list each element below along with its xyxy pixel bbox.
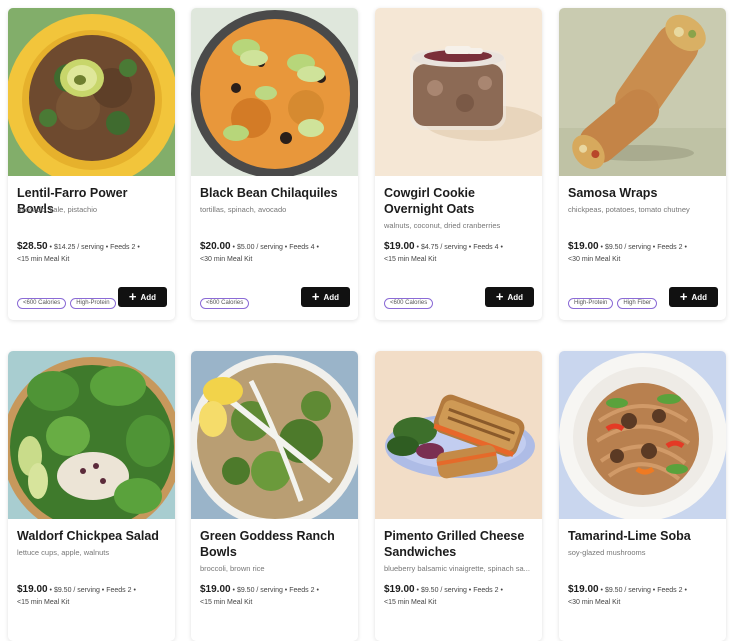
diet-tags: High-Protein High Fiber	[568, 298, 658, 309]
price-info: $19.00 • $9.50 / serving • Feeds 2 • <30…	[568, 241, 720, 266]
meal-description: tortillas, spinach, avocado	[200, 205, 287, 214]
diet-tags: <600 Calories	[384, 298, 434, 309]
plus-icon: +	[311, 289, 320, 304]
meal-title[interactable]: Cowgirl Cookie Overnight Oats	[384, 185, 534, 217]
meal-photo[interactable]	[8, 8, 175, 176]
meal-description: avocado, kale, pistachio	[17, 205, 98, 214]
meal-photo[interactable]	[191, 8, 358, 176]
add-label: Add	[140, 292, 157, 302]
meal-kit-time: <15 min Meal Kit	[17, 599, 70, 606]
price-info: $19.00 • $9.50 / serving • Feeds 2 • <15…	[17, 584, 169, 609]
meal-price: $20.00	[200, 241, 231, 252]
meal-price: $19.00	[568, 241, 599, 252]
diet-tags: <600 Calories	[200, 298, 250, 309]
add-button[interactable]: + Add	[669, 287, 718, 307]
meal-description: soy-glazed mushrooms	[568, 548, 646, 557]
add-button[interactable]: + Add	[301, 287, 350, 307]
add-button[interactable]: + Add	[485, 287, 534, 307]
meal-photo[interactable]	[559, 8, 726, 176]
meal-price: $28.50	[17, 241, 48, 252]
meal-photo[interactable]	[191, 351, 358, 519]
plus-icon: +	[679, 289, 688, 304]
meal-price: $19.00	[17, 584, 48, 595]
price-info: $28.50 • $14.25 / serving • Feeds 2 • <1…	[17, 241, 169, 266]
meal-photo[interactable]	[375, 8, 542, 176]
meal-kit-time: <30 min Meal Kit	[200, 256, 253, 263]
add-button[interactable]: + Add	[118, 287, 167, 307]
meal-card[interactable]: Black Bean Chilaquiles tortillas, spinac…	[191, 8, 358, 320]
meal-title[interactable]: Waldorf Chickpea Salad	[17, 528, 167, 544]
meal-card[interactable]: Tamarind-Lime Soba soy-glazed mushrooms …	[559, 351, 726, 641]
serving-details: • $9.50 / serving • Feeds 2 •	[232, 587, 319, 594]
meal-price: $19.00	[384, 241, 415, 252]
diet-tag: High-Protein	[568, 298, 614, 309]
meal-kit-time: <15 min Meal Kit	[384, 256, 437, 263]
meal-photo[interactable]	[559, 351, 726, 519]
serving-details: • $9.50 / serving • Feeds 2 •	[600, 244, 687, 251]
meal-description: chickpeas, potatoes, tomato chutney	[568, 205, 690, 214]
meal-description: walnuts, coconut, dried cranberries	[384, 221, 501, 230]
diet-tag: High Fiber	[617, 298, 658, 309]
price-info: $19.00 • $4.75 / serving • Feeds 4 • <15…	[384, 241, 536, 266]
serving-details: • $4.75 / serving • Feeds 4 •	[416, 244, 503, 251]
diet-tags: <600 Calories High-Protein	[17, 298, 116, 309]
plus-icon: +	[495, 289, 504, 304]
meal-title[interactable]: Black Bean Chilaquiles	[200, 185, 350, 201]
meal-description: blueberry balsamic vinaigrette, spinach …	[384, 564, 530, 573]
add-label: Add	[691, 292, 708, 302]
serving-details: • $5.00 / serving • Feeds 4 •	[232, 244, 319, 251]
price-info: $19.00 • $9.50 / serving • Feeds 2 • <15…	[384, 584, 536, 609]
price-info: $19.00 • $9.50 / serving • Feeds 2 • <30…	[568, 584, 720, 609]
serving-details: • $9.50 / serving • Feeds 2 •	[600, 587, 687, 594]
meal-price: $19.00	[200, 584, 231, 595]
diet-tag: <600 Calories	[200, 298, 250, 309]
diet-tag: <600 Calories	[384, 298, 434, 309]
meal-card[interactable]: Green Goddess Ranch Bowls broccoli, brow…	[191, 351, 358, 641]
meal-kit-time: <15 min Meal Kit	[17, 256, 70, 263]
meal-kit-time: <15 min Meal Kit	[200, 599, 253, 606]
meal-card[interactable]: Samosa Wraps chickpeas, potatoes, tomato…	[559, 8, 726, 320]
meal-card[interactable]: Pimento Grilled Cheese Sandwiches bluebe…	[375, 351, 542, 641]
meal-photo[interactable]	[375, 351, 542, 519]
meal-title[interactable]: Samosa Wraps	[568, 185, 718, 201]
meal-title[interactable]: Green Goddess Ranch Bowls	[200, 528, 350, 560]
meal-kit-time: <30 min Meal Kit	[568, 256, 621, 263]
meal-kit-time: <30 min Meal Kit	[568, 599, 621, 606]
meal-card[interactable]: Lentil-Farro Power Bowls avocado, kale, …	[8, 8, 175, 320]
serving-details: • $9.50 / serving • Feeds 2 •	[49, 587, 136, 594]
meal-description: broccoli, brown rice	[200, 564, 265, 573]
diet-tag: High-Protein	[70, 298, 116, 309]
meal-card[interactable]: Cowgirl Cookie Overnight Oats walnuts, c…	[375, 8, 542, 320]
diet-tag: <600 Calories	[17, 298, 67, 309]
price-info: $20.00 • $5.00 / serving • Feeds 4 • <30…	[200, 241, 352, 266]
serving-details: • $14.25 / serving • Feeds 2 •	[49, 244, 140, 251]
meal-price: $19.00	[384, 584, 415, 595]
meal-kit-time: <15 min Meal Kit	[384, 599, 437, 606]
meal-description: lettuce cups, apple, walnuts	[17, 548, 110, 557]
meal-card[interactable]: Waldorf Chickpea Salad lettuce cups, app…	[8, 351, 175, 641]
serving-details: • $9.50 / serving • Feeds 2 •	[416, 587, 503, 594]
price-info: $19.00 • $9.50 / serving • Feeds 2 • <15…	[200, 584, 352, 609]
plus-icon: +	[128, 289, 137, 304]
meal-photo[interactable]	[8, 351, 175, 519]
add-label: Add	[507, 292, 524, 302]
meal-title[interactable]: Tamarind-Lime Soba	[568, 528, 718, 544]
add-label: Add	[323, 292, 340, 302]
meal-title[interactable]: Pimento Grilled Cheese Sandwiches	[384, 528, 534, 560]
meal-price: $19.00	[568, 584, 599, 595]
